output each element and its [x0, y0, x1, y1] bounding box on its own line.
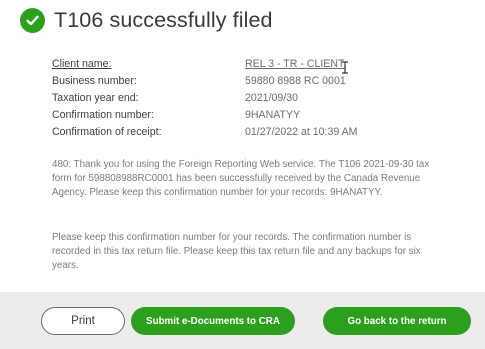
detail-row-taxation-year-end: Taxation year end: 2021/09/30 — [52, 90, 358, 107]
client-name-link[interactable]: REL 3 - TR - CLIENT — [245, 56, 344, 73]
check-circle-icon — [20, 8, 45, 33]
print-button[interactable]: Print — [41, 307, 125, 335]
confirmation-number-value: 9HANATYY — [245, 109, 301, 121]
submit-e-documents-button[interactable]: Submit e-Documents to CRA — [131, 307, 295, 335]
detail-row-client-name: Client name: REL 3 - TR - CLIENT — [52, 56, 358, 73]
go-back-button[interactable]: Go back to the return — [323, 307, 471, 335]
business-number-value: 59880 8988 RC 0001 — [245, 75, 346, 87]
detail-row-confirmation-number: Confirmation number: 9HANATYY — [52, 107, 358, 124]
page-header: T106 successfully filed — [20, 8, 273, 33]
detail-row-confirmation-receipt: Confirmation of receipt: 01/27/2022 at 1… — [52, 124, 358, 141]
receipt-message: 480: Thank you for using the Foreign Rep… — [52, 159, 430, 198]
client-name-label: Client name: — [52, 58, 112, 70]
taxation-year-end-value: 2021/09/30 — [245, 92, 299, 104]
detail-row-business-number: Business number: 59880 8988 RC 0001 — [52, 73, 358, 90]
keep-confirmation-message: Please keep this confirmation number for… — [52, 232, 421, 271]
page-title: T106 successfully filed — [54, 8, 273, 32]
text-cursor-icon — [341, 61, 349, 79]
taxation-year-end-label: Taxation year end: — [52, 92, 139, 104]
confirmation-receipt-value: 01/27/2022 at 10:39 AM — [245, 126, 358, 138]
confirmation-number-label: Confirmation number: — [52, 109, 154, 121]
business-number-label: Business number: — [52, 75, 137, 87]
confirmation-receipt-label: Confirmation of receipt: — [52, 126, 162, 138]
filing-details: Client name: REL 3 - TR - CLIENT Busines… — [52, 56, 358, 141]
